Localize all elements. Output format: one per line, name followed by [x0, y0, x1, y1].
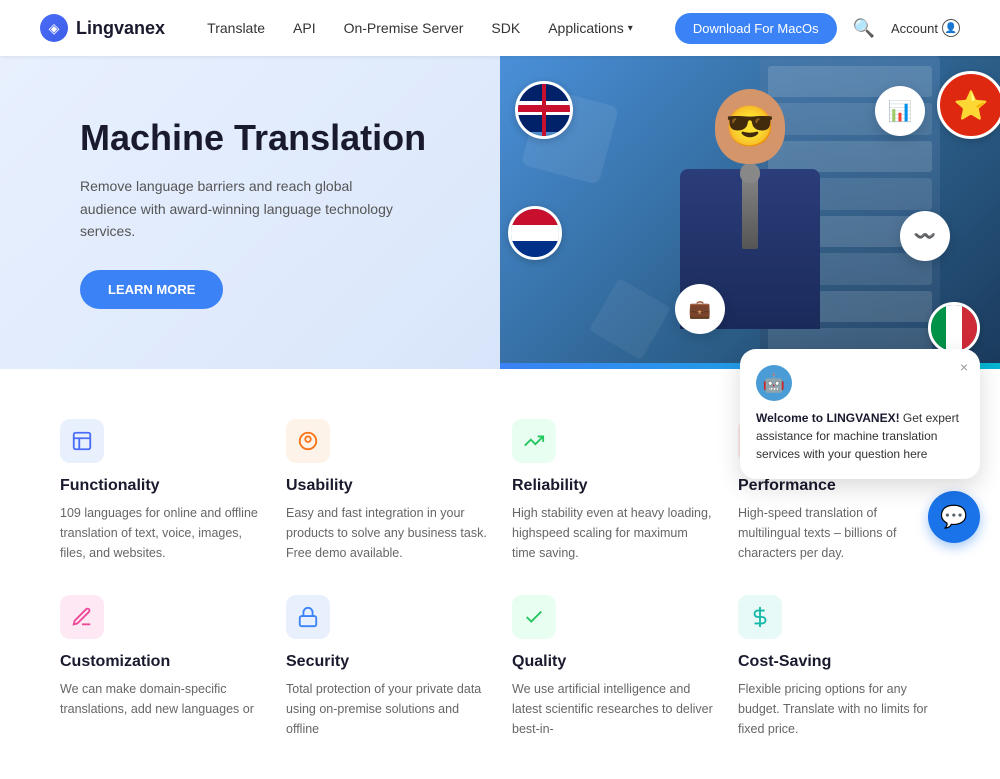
chat-widget: × 🤖 Welcome to LINGVANEX! Get expert ass… — [740, 349, 980, 543]
feature-desc-usability: Easy and fast integration in your produc… — [286, 503, 488, 563]
chat-bubble: × 🤖 Welcome to LINGVANEX! Get expert ass… — [740, 349, 980, 479]
flag-it — [928, 302, 980, 354]
chat-close-button[interactable]: × — [960, 359, 968, 375]
hero-title: Machine Translation — [80, 116, 440, 159]
feature-icon-reliability — [512, 419, 556, 463]
chat-bold-text: Welcome to LINGVANEX! — [756, 411, 900, 425]
feature-title-customization: Customization — [60, 653, 262, 671]
feature-quality: Quality We use artificial intelligence a… — [512, 595, 714, 739]
feature-customization: Customization We can make domain-specifi… — [60, 595, 262, 739]
person-head: 😎 — [715, 89, 785, 164]
person-figure: 😎 — [640, 89, 860, 369]
feature-cost-saving: Cost-Saving Flexible pricing options for… — [738, 595, 940, 739]
hero-visual: 😎 — [500, 56, 1000, 369]
learn-more-button[interactable]: LEARN MORE — [80, 270, 223, 309]
feature-desc-reliability: High stability even at heavy loading, hi… — [512, 503, 714, 563]
logo[interactable]: Lingvanex — [40, 14, 165, 42]
feature-title-usability: Usability — [286, 477, 488, 495]
logo-text: Lingvanex — [76, 18, 165, 39]
feature-title-functionality: Functionality — [60, 477, 262, 495]
nav-onpremise[interactable]: On-Premise Server — [344, 20, 464, 36]
chart-badge: 📊 — [875, 86, 925, 136]
hero-content: Machine Translation Remove language barr… — [0, 56, 500, 369]
wave-badge: 〰️ — [900, 211, 950, 261]
feature-icon-functionality — [60, 419, 104, 463]
feature-functionality: Functionality 109 languages for online a… — [60, 419, 262, 563]
navbar: Lingvanex Translate API On-Premise Serve… — [0, 0, 1000, 56]
feature-title-reliability: Reliability — [512, 477, 714, 495]
feature-desc-functionality: 109 languages for online and offline tra… — [60, 503, 262, 563]
chat-avatar: 🤖 — [756, 365, 792, 401]
feature-icon-customization — [60, 595, 104, 639]
chat-open-button[interactable]: 💬 — [928, 491, 980, 543]
feature-reliability: Reliability High stability even at heavy… — [512, 419, 714, 563]
feature-desc-cost-saving: Flexible pricing options for any budget.… — [738, 679, 940, 739]
download-button[interactable]: Download For MacOs — [675, 13, 837, 44]
hero-subtitle: Remove language barriers and reach globa… — [80, 175, 400, 242]
logo-icon — [40, 14, 68, 42]
feature-desc-quality: We use artificial intelligence and lates… — [512, 679, 714, 739]
nav-applications[interactable]: Applications — [548, 20, 633, 36]
feature-desc-security: Total protection of your private data us… — [286, 679, 488, 739]
chat-bubble-text: Welcome to LINGVANEX! Get expert assista… — [756, 409, 964, 463]
hero-image: 😎 — [500, 56, 1000, 369]
nav-api[interactable]: API — [293, 20, 316, 36]
account-label: Account — [891, 21, 938, 36]
nav-sdk[interactable]: SDK — [491, 20, 520, 36]
feature-usability: Usability Easy and fast integration in y… — [286, 419, 488, 563]
search-icon[interactable]: 🔍 — [853, 18, 875, 39]
feature-icon-security — [286, 595, 330, 639]
flag-cn: ⭐ — [937, 71, 1000, 139]
nav-actions: Download For MacOs 🔍 Account 👤 — [675, 13, 960, 44]
feature-icon-usability — [286, 419, 330, 463]
feature-title-security: Security — [286, 653, 488, 671]
feature-title-cost-saving: Cost-Saving — [738, 653, 940, 671]
hero-section: Machine Translation Remove language barr… — [0, 56, 1000, 369]
flag-uk — [515, 81, 573, 139]
account-button[interactable]: Account 👤 — [891, 19, 960, 37]
feature-security: Security Total protection of your privat… — [286, 595, 488, 739]
nav-links: Translate API On-Premise Server SDK Appl… — [207, 20, 633, 36]
feature-icon-cost-saving — [738, 595, 782, 639]
feature-title-quality: Quality — [512, 653, 714, 671]
nav-translate[interactable]: Translate — [207, 20, 265, 36]
feature-desc-customization: We can make domain-specific translations… — [60, 679, 262, 719]
flag-nl — [508, 206, 562, 260]
account-icon: 👤 — [942, 19, 960, 37]
feature-icon-quality — [512, 595, 556, 639]
